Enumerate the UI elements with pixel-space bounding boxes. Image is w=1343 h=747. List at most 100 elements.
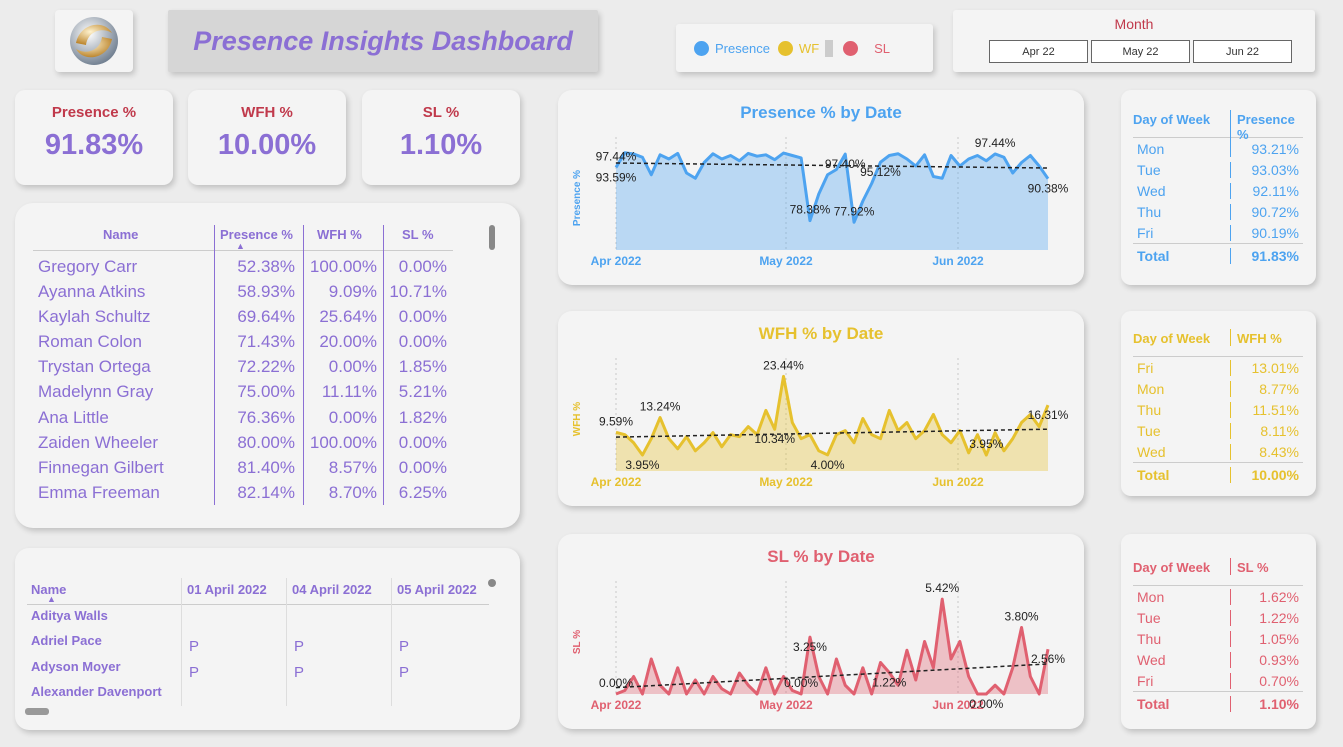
attendee-name: Adriel Pace	[31, 633, 102, 649]
employee-rows: Gregory Carr 52.38% 100.00% 0.00% Ayanna Atk…	[33, 255, 463, 506]
day-table-row[interactable]: Mon 8.77%	[1133, 378, 1303, 399]
day-table-row[interactable]: Wed 8.43%	[1133, 441, 1303, 462]
wfh-value: 20.00%	[319, 332, 377, 352]
kpi-wfh: WFH % 10.00%	[188, 90, 346, 185]
kpi-presence: Presence % 91.83%	[15, 90, 173, 185]
att-col-date-3[interactable]: 05 April 2022	[397, 582, 477, 597]
table-row[interactable]: Finnegan Gilbert 81.40% 8.57% 0.00%	[33, 456, 463, 481]
presence-value: 71.43%	[237, 332, 295, 352]
month-option-may[interactable]: May 22	[1091, 40, 1190, 63]
employee-name: Madelynn Gray	[38, 382, 154, 402]
legend: Presence WF SL	[676, 24, 933, 72]
table-row[interactable]: Ana Little 76.36% 0.00% 1.82%	[33, 406, 463, 431]
day-label: Thu	[1137, 401, 1162, 418]
table-row[interactable]: Adyson Moyer P P P	[27, 656, 489, 681]
employee-name: Kaylah Schultz	[38, 307, 151, 327]
table-row[interactable]: Alexander Davenport	[27, 681, 489, 706]
day-label: Wed	[1137, 182, 1166, 199]
table-row[interactable]: Ayanna Atkins 58.93% 9.09% 10.71%	[33, 280, 463, 305]
data-label: 78.38%	[790, 203, 831, 217]
day-table-row[interactable]: Thu 1.05%	[1133, 628, 1303, 649]
table-row[interactable]: Trystan Ortega 72.22% 0.00% 1.85%	[33, 355, 463, 380]
day-table-row[interactable]: Fri 13.01%	[1133, 357, 1303, 378]
table-row[interactable]: Kaylah Schultz 69.64% 25.64% 0.00%	[33, 305, 463, 330]
total-label: Total	[1137, 695, 1170, 712]
day-value: 93.21%	[1230, 140, 1303, 157]
col-metric: WFH %	[1230, 329, 1303, 346]
table-row[interactable]: Adriel Pace P P P	[27, 630, 489, 655]
day-table-total: Total 1.10%	[1133, 691, 1303, 715]
horizontal-scrollbar-track[interactable]	[25, 709, 487, 714]
day-value: 90.72%	[1230, 203, 1303, 220]
col-metric: Presence %	[1230, 110, 1303, 142]
attendance-mark: P	[399, 663, 410, 681]
col-sl[interactable]: SL %	[402, 227, 434, 242]
y-axis-label: WFH %	[572, 402, 583, 437]
table-row[interactable]: Zaiden Wheeler 80.00% 100.00% 0.00%	[33, 431, 463, 456]
employee-name: Emma Freeman	[38, 482, 160, 502]
sl-day-table-card: Day of Week SL % Mon 1.62% Tue 1.22% Thu 1.05% W…	[1121, 534, 1316, 729]
day-label: Fri	[1137, 224, 1154, 241]
col-presence[interactable]: Presence %	[220, 227, 293, 242]
month-option-apr[interactable]: Apr 22	[989, 40, 1088, 63]
day-table-row[interactable]: Mon 1.62%	[1133, 586, 1303, 607]
scrollbar-thumb[interactable]	[488, 579, 496, 587]
x-tick-label: Jun 2022	[932, 475, 984, 489]
area-fill	[616, 376, 1048, 471]
wfh-chart-card: WFH % by Date WFH % Apr 2022 May 2022 Jun 20…	[558, 311, 1084, 506]
day-table-row[interactable]: Wed 0.93%	[1133, 649, 1303, 670]
table-row[interactable]: Gregory Carr 52.38% 100.00% 0.00%	[33, 255, 463, 280]
day-table-row[interactable]: Fri 90.19%	[1133, 222, 1303, 243]
day-table-row[interactable]: Thu 90.72%	[1133, 201, 1303, 222]
legend-wfh-label: WF	[798, 40, 820, 56]
attendee-name: Adyson Moyer	[31, 658, 121, 674]
sl-by-date-chart: SL % by DateSL %Apr 2022 May 2022 Jun 2022…	[572, 547, 1065, 712]
month-option-jun[interactable]: Jun 22	[1193, 40, 1292, 63]
col-wfh[interactable]: WFH %	[317, 227, 362, 242]
chart-title: SL % by Date	[767, 547, 874, 566]
wfh-value: 25.64%	[319, 307, 377, 327]
employee-name: Zaiden Wheeler	[38, 432, 159, 452]
total-value: 1.10%	[1230, 695, 1303, 712]
table-row[interactable]: Roman Colon 71.43% 20.00% 0.00%	[33, 330, 463, 355]
sl-chart-card: SL % by Date SL % Apr 2022 May 2022 Jun 2022…	[558, 534, 1084, 729]
data-label: 10.34%	[754, 432, 795, 446]
month-slicer-label: Month	[1114, 16, 1154, 32]
sort-caret-icon: ▲	[236, 241, 245, 251]
sl-value: 0.00%	[398, 307, 447, 327]
att-col-date-2[interactable]: 04 April 2022	[292, 582, 372, 597]
sl-value: 10.71%	[389, 282, 447, 302]
sl-value: 1.85%	[398, 357, 447, 377]
day-table-row[interactable]: Tue 1.22%	[1133, 607, 1303, 628]
day-value: 13.01%	[1230, 359, 1303, 376]
day-table-row[interactable]: Tue 93.03%	[1133, 159, 1303, 180]
day-table-header: Day of Week SL %	[1133, 558, 1303, 586]
data-label: 0.00%	[969, 697, 1003, 711]
data-label: 9.59%	[599, 414, 633, 428]
total-label: Total	[1137, 247, 1170, 264]
day-table-row[interactable]: Thu 11.51%	[1133, 399, 1303, 420]
presence-value: 72.22%	[237, 357, 295, 377]
data-label: 3.80%	[1005, 610, 1039, 624]
day-table-row[interactable]: Wed 92.11%	[1133, 180, 1303, 201]
day-value: 11.51%	[1230, 401, 1303, 418]
presence-value: 52.38%	[237, 257, 295, 276]
day-table-row[interactable]: Tue 8.11%	[1133, 420, 1303, 441]
sl-value: 5.21%	[398, 382, 447, 402]
day-table-row[interactable]: Fri 0.70%	[1133, 670, 1303, 691]
att-col-date-1[interactable]: 01 April 2022	[187, 582, 267, 597]
day-value: 0.93%	[1230, 651, 1303, 668]
table-row[interactable]: Emma Freeman 82.14% 8.70% 6.25%	[33, 481, 463, 506]
employee-name: Ana Little	[38, 407, 109, 427]
day-label: Mon	[1137, 588, 1165, 605]
day-table-header: Day of Week Presence %	[1133, 110, 1303, 142]
horizontal-scrollbar-thumb[interactable]	[25, 708, 49, 715]
legend-scroll-indicator[interactable]	[825, 39, 834, 57]
scrollbar-thumb[interactable]	[489, 225, 495, 250]
table-row[interactable]: Madelynn Gray 75.00% 11.11% 5.21%	[33, 380, 463, 405]
table-row[interactable]: Aditya Walls	[27, 605, 489, 630]
data-label: 97.44%	[596, 149, 637, 163]
wfh-value: 8.57%	[328, 457, 377, 477]
day-value: 0.70%	[1230, 672, 1303, 689]
col-name[interactable]: Name	[103, 227, 138, 242]
